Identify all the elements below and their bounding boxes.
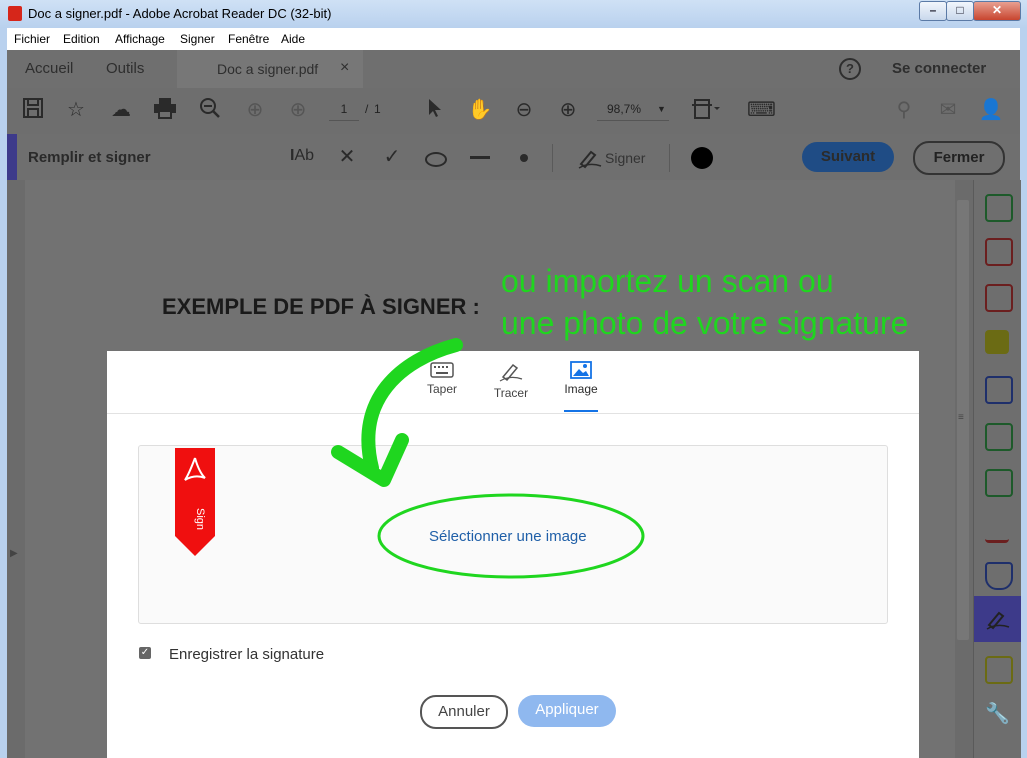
annotation-line-2: une photo de votre signature xyxy=(501,305,909,341)
annotation-arrow-shaft xyxy=(361,338,463,475)
highlight-ellipse xyxy=(377,493,645,579)
annotation-overlay xyxy=(331,338,645,579)
annotation-line-1: ou importez un scan ou xyxy=(501,263,834,299)
